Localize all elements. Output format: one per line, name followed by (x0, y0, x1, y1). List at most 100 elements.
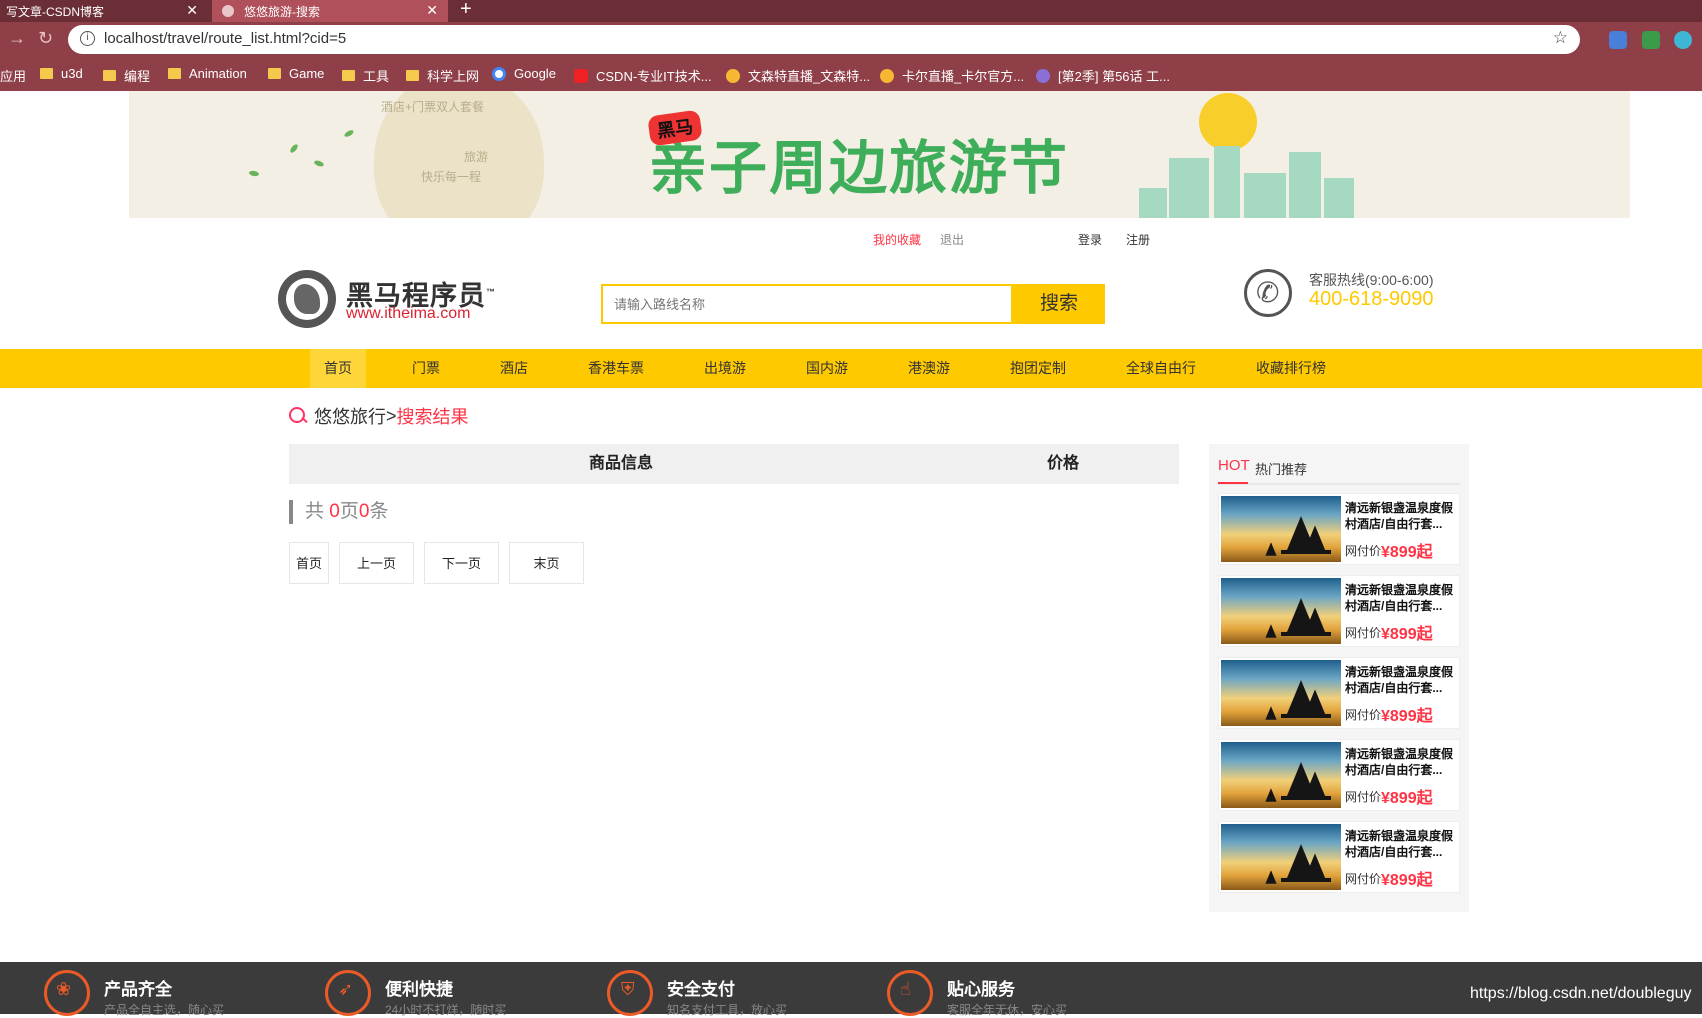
bookmark-apps[interactable]: 应用 (0, 66, 26, 85)
hot-item-card[interactable]: 清远新银盏温泉度假村酒店/自由行套... 网付价 ¥899起 (1218, 657, 1460, 729)
nav-group-custom[interactable]: 抱团定制 (1000, 349, 1076, 388)
globe-icon (222, 5, 234, 17)
hot-item-card[interactable]: 清远新银盏温泉度假村酒店/自由行套... 网付价 ¥899起 (1218, 821, 1460, 893)
translate-icon[interactable] (1609, 31, 1627, 49)
bookmark-csdn[interactable]: CSDN-专业IT技术... (574, 66, 712, 85)
search-icon (288, 406, 308, 426)
google-icon (492, 66, 506, 81)
leaf-decoration (313, 159, 325, 168)
bookmark-google[interactable]: Google (492, 66, 556, 81)
nav-outbound[interactable]: 出境游 (694, 349, 756, 388)
search-button[interactable]: 搜索 (1013, 284, 1105, 324)
browser-tab-csdn[interactable]: 写文章-CSDN博客 ✕ (0, 0, 208, 22)
hot-item-card[interactable]: 清远新银盏温泉度假村酒店/自由行套... 网付价 ¥899起 (1218, 575, 1460, 647)
breadcrumb-home[interactable]: 悠悠旅行 (314, 403, 386, 429)
building-decoration (1289, 152, 1321, 218)
hot-item-card[interactable]: 清远新银盏温泉度假村酒店/自由行套... 网付价 ¥899起 (1218, 739, 1460, 811)
browser-tab-youyou[interactable]: 悠悠旅游-搜索 ✕ (212, 0, 448, 22)
bookmark-stream-1[interactable]: 文森特直播_文森特... (726, 66, 870, 85)
reload-icon[interactable]: ↻ (38, 28, 53, 49)
column-product-info: 商品信息 (589, 455, 654, 472)
logout-link[interactable]: 退出 (940, 231, 964, 248)
bookmark-programming[interactable]: 编程 (103, 66, 150, 85)
breadcrumb: 悠悠旅行 > 搜索结果 (288, 403, 469, 429)
sailboat-thumbnail (1221, 660, 1341, 726)
hot-item-title: 清远新银盏温泉度假村酒店/自由行套... (1345, 829, 1454, 859)
leaf-decoration (248, 170, 260, 177)
address-bar[interactable]: i localhost/travel/route_list.html?cid=5… (68, 25, 1580, 54)
banner-bag-text: 快乐每一程 (421, 170, 482, 184)
pager-prev-button[interactable]: 上一页 (339, 542, 414, 584)
stream-icon (726, 68, 740, 83)
hot-item-price-label: 网付价 (1345, 544, 1382, 558)
bookmark-vpn[interactable]: 科学上网 (406, 66, 479, 85)
hot-item-card[interactable]: 清远新银盏温泉度假村酒店/自由行套... 网付价 ¥899起 (1218, 493, 1460, 565)
sailboat-thumbnail (1221, 742, 1341, 808)
my-favorites-link[interactable]: 我的收藏 (873, 231, 921, 248)
tab-close-icon[interactable]: ✕ (186, 2, 198, 19)
horse-logo-icon (278, 270, 336, 328)
nav-favorites-rank[interactable]: 收藏排行榜 (1248, 349, 1334, 388)
sailboat-thumbnail (1221, 824, 1341, 890)
feature-subtitle: 产品全自主选，随心买 (104, 1003, 225, 1017)
hot-tag: HOT (1218, 457, 1250, 474)
tab-close-icon[interactable]: ✕ (426, 2, 438, 19)
nav-hk-bus[interactable]: 香港车票 (580, 349, 652, 388)
bookmark-u3d[interactable]: u3d (40, 66, 83, 81)
star-icon[interactable]: ☆ (1553, 28, 1568, 48)
phone-icon: ✆ (1244, 269, 1292, 317)
promo-banner[interactable]: 酒店+门票双人套餐 旅游 快乐每一程 亲子周边旅游节 黑马 (129, 91, 1630, 218)
hot-title: 热门推荐 (1255, 462, 1308, 477)
new-tab-icon[interactable]: + (460, 0, 472, 21)
column-price: 价格 (1047, 455, 1080, 472)
results-table-header: 商品信息 价格 (289, 444, 1179, 484)
nav-global-free[interactable]: 全球自由行 (1118, 349, 1204, 388)
profile-icon[interactable] (1674, 31, 1692, 49)
login-link[interactable]: 登录 (1078, 231, 1102, 248)
info-icon[interactable]: i (80, 31, 95, 46)
folder-icon (40, 68, 53, 79)
nav-hk-macau[interactable]: 港澳游 (898, 349, 960, 388)
hotline-label: 客服热线(9:00-6:00) (1309, 272, 1434, 288)
tab-title: 写文章-CSDN博客 (6, 5, 104, 19)
hotline-number: 400-618-9090 (1309, 288, 1434, 310)
pager-next-button[interactable]: 下一页 (424, 542, 499, 584)
pager-last-button[interactable]: 末页 (509, 542, 584, 584)
hot-item-price: ¥899起 (1381, 708, 1433, 725)
nav-home[interactable]: 首页 (310, 349, 366, 388)
feature-subtitle: 客服全年无休，安心买 (947, 1003, 1068, 1017)
hot-item-price: ¥899起 (1381, 626, 1433, 643)
anime-icon (1036, 68, 1050, 83)
forward-icon[interactable]: → (8, 28, 26, 49)
feature-title: 便利快捷 (385, 980, 453, 999)
browser-tab-bar: 写文章-CSDN博客 ✕ 悠悠旅游-搜索 ✕ + (0, 0, 1702, 22)
shield-icon: ⛨ (607, 970, 653, 1016)
pager-first-button[interactable]: 首页 (289, 542, 329, 584)
hot-item-price: ¥899起 (1381, 790, 1433, 807)
breadcrumb-current: 搜索结果 (396, 407, 469, 427)
folder-icon (268, 68, 281, 79)
bookmark-animation[interactable]: Animation (168, 66, 247, 81)
bookmark-tools[interactable]: 工具 (342, 66, 389, 85)
extension-icon[interactable] (1642, 31, 1660, 49)
feature-subtitle: 知名支付工具，放心买 (667, 1003, 788, 1017)
nav-hotels[interactable]: 酒店 (488, 349, 540, 388)
footer-features: ❀ 产品齐全 产品全自主选，随心买 ➶ 便利快捷 24小时不打烊，随时买 ⛨ 安… (0, 962, 1702, 1017)
building-decoration (1214, 146, 1240, 218)
banner-bag-text: 旅游 (464, 150, 489, 164)
bookmark-game[interactable]: Game (268, 66, 324, 81)
hot-header: HOT 热门推荐 (1218, 453, 1460, 485)
site-logo[interactable]: 黑马程序员™ www.itheima.com (278, 268, 498, 328)
hot-item-price-label: 网付价 (1345, 708, 1382, 722)
register-link[interactable]: 注册 (1126, 231, 1150, 248)
nav-tickets[interactable]: 门票 (400, 349, 452, 388)
leaf-decoration (288, 143, 300, 154)
sailboat-thumbnail (1221, 578, 1341, 644)
csdn-icon (574, 68, 588, 83)
bookmark-stream-2[interactable]: 卡尔直播_卡尔官方... (880, 66, 1024, 85)
hot-item-price-label: 网付价 (1345, 626, 1382, 640)
bookmark-anime[interactable]: [第2季] 第56话 工... (1036, 66, 1170, 85)
search-input[interactable] (603, 286, 1011, 322)
nav-domestic[interactable]: 国内游 (796, 349, 858, 388)
feature-title: 贴心服务 (947, 980, 1015, 999)
